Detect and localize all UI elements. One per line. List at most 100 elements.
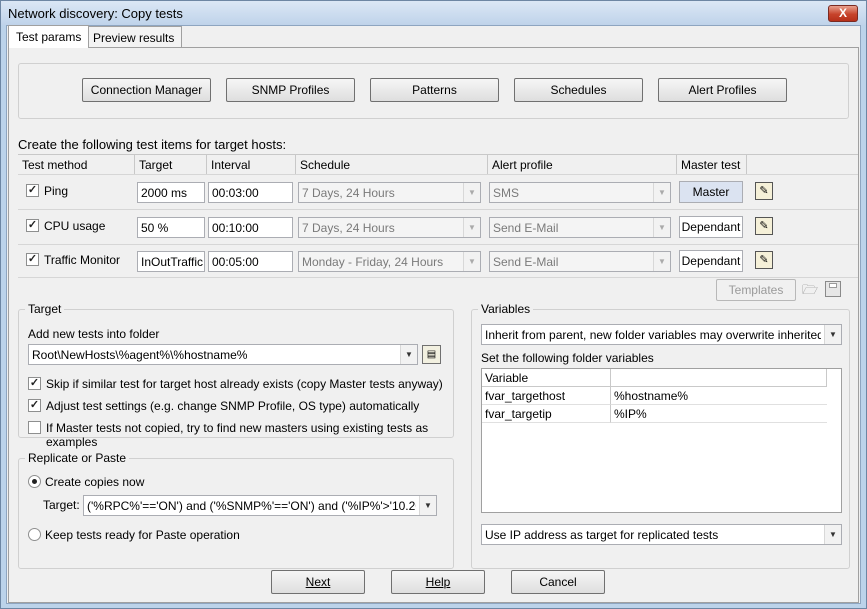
- target-input[interactable]: 50 %: [137, 217, 205, 238]
- test-method-label: Traffic Monitor: [44, 253, 121, 267]
- set-variables-label: Set the following folder variables: [481, 351, 654, 365]
- toolbar-group: Connection Manager SNMP Profiles Pattern…: [18, 63, 849, 119]
- skip-similar-checkbox[interactable]: ✓: [28, 377, 41, 390]
- dropdown-arrow-icon: ▼: [463, 252, 480, 271]
- cancel-button[interactable]: Cancel: [511, 570, 605, 594]
- col-header-schedule: Schedule: [296, 155, 488, 174]
- adjust-settings-label: Adjust test settings (e.g. change SNMP P…: [46, 399, 420, 413]
- keep-tests-label: Keep tests ready for Paste operation: [45, 528, 240, 542]
- target-input[interactable]: InOutTraffic: [137, 251, 205, 272]
- master-test-select[interactable]: Master: [679, 181, 743, 203]
- master-test-select[interactable]: Dependant: [679, 216, 743, 238]
- next-label: Next: [305, 575, 331, 589]
- next-button[interactable]: Next: [271, 570, 365, 594]
- dropdown-arrow-icon: ▼: [419, 496, 436, 515]
- folder-browse-icon[interactable]: ▤: [422, 345, 441, 364]
- dropdown-arrow-icon: ▼: [824, 525, 841, 544]
- checkmark-icon: ✓: [27, 219, 38, 231]
- variable-value-cell[interactable]: %hostname%: [611, 387, 827, 405]
- templates-button[interactable]: Templates: [716, 279, 796, 301]
- folder-variables-grid[interactable]: Variable fvar_targethost %hostname% fvar…: [481, 368, 842, 513]
- test-method-label: Ping: [44, 184, 69, 198]
- checkmark-icon: ✓: [29, 399, 40, 411]
- schedule-select[interactable]: 7 Days, 24 Hours ▼: [298, 217, 481, 238]
- tests-table: Test method Target Interval Schedule Ale…: [18, 154, 858, 278]
- adjust-settings-checkbox[interactable]: ✓: [28, 399, 41, 412]
- replicate-target-label: Target:: [43, 498, 80, 512]
- create-copies-label: Create copies now: [45, 475, 145, 489]
- target-input[interactable]: 2000 ms: [137, 182, 205, 203]
- alert-profile-select[interactable]: Send E-Mail ▼: [489, 251, 671, 272]
- col-header-alert-profile: Alert profile: [488, 155, 677, 174]
- replicate-group-title: Replicate or Paste: [25, 451, 130, 465]
- create-copies-radio[interactable]: [28, 475, 41, 488]
- col-header-target: Target: [135, 155, 207, 174]
- master-test-select[interactable]: Dependant: [679, 250, 743, 272]
- dropdown-arrow-icon: ▼: [653, 183, 670, 202]
- schedule-select[interactable]: 7 Days, 24 Hours ▼: [298, 182, 481, 203]
- checkmark-icon: ✓: [27, 253, 38, 265]
- dialog-client: Test params Preview results Connection M…: [6, 25, 861, 604]
- tab-preview-results[interactable]: Preview results: [85, 26, 183, 48]
- keep-tests-radio[interactable]: [28, 528, 41, 541]
- folder-select[interactable]: Root\NewHosts\%agent%\%hostname% ▼: [28, 344, 418, 365]
- test-params-panel: Connection Manager SNMP Profiles Pattern…: [8, 47, 859, 603]
- edit-test-icon[interactable]: ✎: [755, 251, 773, 269]
- target-group: Target Add new tests into folder Root\Ne…: [18, 302, 454, 449]
- edit-test-icon[interactable]: ✎: [755, 217, 773, 235]
- target-group-title: Target: [25, 302, 65, 316]
- dropdown-arrow-icon: ▼: [400, 345, 417, 364]
- close-icon: X: [838, 6, 847, 20]
- dropdown-arrow-icon: ▼: [463, 218, 480, 237]
- alert-profile-select[interactable]: SMS ▼: [489, 182, 671, 203]
- test-row-traffic-monitor: ✓ Traffic Monitor InOutTraffic 00:05:00 …: [18, 245, 858, 279]
- schedule-select[interactable]: Monday - Friday, 24 Hours ▼: [298, 251, 481, 272]
- tab-label: Preview results: [93, 31, 175, 45]
- edit-test-icon[interactable]: ✎: [755, 182, 773, 200]
- ping-checkbox[interactable]: ✓: [26, 184, 39, 197]
- dropdown-arrow-icon: ▼: [824, 325, 841, 344]
- dropdown-arrow-icon: ▼: [653, 218, 670, 237]
- dropdown-arrow-icon: ▼: [653, 252, 670, 271]
- col-header-interval: Interval: [207, 155, 296, 174]
- col-header-test-method: Test method: [18, 155, 135, 174]
- close-button[interactable]: X: [828, 5, 858, 22]
- replicate-target-select[interactable]: ('%RPC%'=='ON') and ('%SNMP%'=='ON') and…: [83, 495, 437, 516]
- folder-label: Add new tests into folder: [28, 327, 160, 341]
- variables-group: Variables Inherit from parent, new folde…: [471, 302, 850, 569]
- variable-name-cell[interactable]: fvar_targetip: [482, 405, 611, 423]
- interval-input[interactable]: 00:03:00: [208, 182, 293, 203]
- ip-target-select[interactable]: Use IP address as target for replicated …: [481, 524, 842, 545]
- connection-manager-button[interactable]: Connection Manager: [82, 78, 211, 102]
- alert-profile-select[interactable]: Send E-Mail ▼: [489, 217, 671, 238]
- checkmark-icon: ✓: [27, 184, 38, 196]
- save-disk-icon[interactable]: [825, 281, 841, 297]
- tab-test-params[interactable]: Test params: [8, 25, 90, 48]
- skip-similar-label: Skip if similar test for target host alr…: [46, 377, 443, 391]
- traffic-monitor-checkbox[interactable]: ✓: [26, 253, 39, 266]
- test-method-label: CPU usage: [44, 219, 106, 233]
- interval-input[interactable]: 00:10:00: [208, 217, 293, 238]
- help-label: Help: [425, 575, 451, 589]
- dialog-window: Network discovery: Copy tests X Test par…: [0, 0, 867, 609]
- interval-input[interactable]: 00:05:00: [208, 251, 293, 272]
- open-folder-icon[interactable]: 🗁: [802, 281, 820, 297]
- grid-header-variable: Variable: [482, 369, 611, 387]
- variables-group-title: Variables: [478, 302, 534, 316]
- variable-value-cell[interactable]: %IP%: [611, 405, 827, 423]
- cpu-usage-checkbox[interactable]: ✓: [26, 219, 39, 232]
- col-header-master-test: Master test: [677, 155, 747, 174]
- schedules-button[interactable]: Schedules: [514, 78, 643, 102]
- snmp-profiles-button[interactable]: SNMP Profiles: [226, 78, 355, 102]
- find-masters-checkbox[interactable]: [28, 421, 41, 434]
- help-button[interactable]: Help: [391, 570, 485, 594]
- window-title: Network discovery: Copy tests: [8, 6, 183, 21]
- replicate-group: Replicate or Paste Create copies now Tar…: [18, 451, 454, 569]
- alert-profiles-button[interactable]: Alert Profiles: [658, 78, 787, 102]
- inherit-variables-select[interactable]: Inherit from parent, new folder variable…: [481, 324, 842, 345]
- test-row-cpu-usage: ✓ CPU usage 50 % 00:10:00 7 Days, 24 Hou…: [18, 210, 858, 244]
- title-bar: Network discovery: Copy tests X: [1, 1, 866, 25]
- patterns-button[interactable]: Patterns: [370, 78, 499, 102]
- variable-name-cell[interactable]: fvar_targethost: [482, 387, 611, 405]
- checkmark-icon: ✓: [29, 377, 40, 389]
